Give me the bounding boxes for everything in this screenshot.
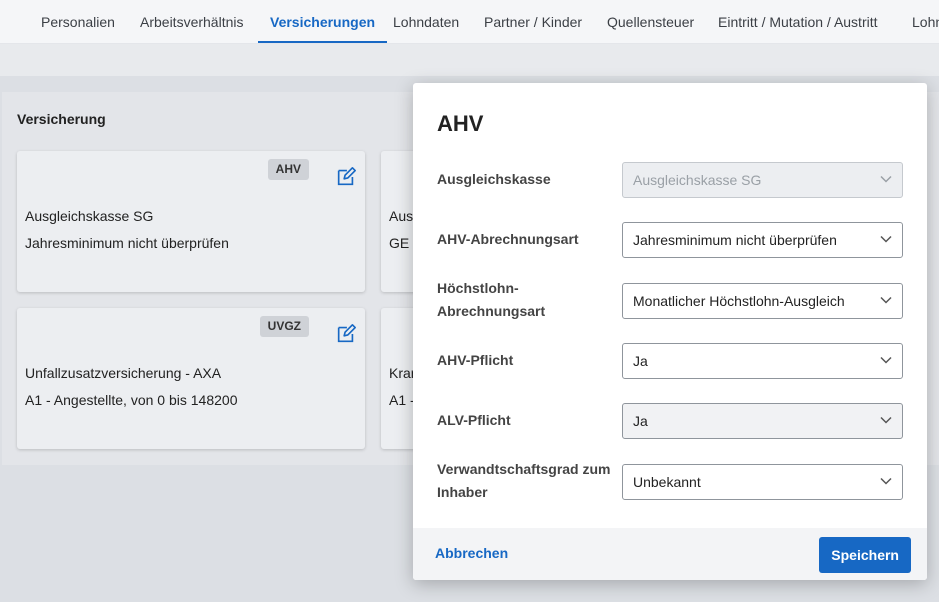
tab-arbeitsverhaeltnis[interactable]: Arbeitsverhältnis — [140, 0, 244, 43]
sub-toolbar — [0, 44, 939, 76]
field-label-alv-pflicht: ALV-Pflicht — [437, 412, 511, 428]
chevron-down-icon — [880, 416, 892, 424]
hoechstlohn-abrechnungsart-select[interactable]: Monatlicher Höchstlohn-Ausgleich — [622, 283, 903, 319]
card-type-badge: UVGZ — [259, 316, 309, 337]
edit-icon[interactable] — [335, 166, 357, 188]
select-value: Jahresminimum nicht überprüfen — [633, 232, 837, 248]
select-value: Ausgleichskasse SG — [633, 172, 762, 188]
chevron-down-icon — [880, 356, 892, 364]
verwandtschaftsgrad-select[interactable]: Unbekannt — [622, 464, 903, 500]
tab-eintritt-mutation-austritt[interactable]: Eintritt / Mutation / Austritt — [718, 0, 878, 43]
label-line-1: Verwandtschaftsgrad zum — [437, 461, 611, 477]
label-line-1: Höchstlohn- — [437, 280, 519, 296]
field-label-ausgleichskasse: Ausgleichskasse — [437, 171, 551, 187]
chevron-down-icon — [880, 235, 892, 243]
chevron-down-icon — [880, 175, 892, 183]
chevron-down-icon — [880, 477, 892, 485]
card-type-badge: AHV — [267, 159, 309, 180]
field-label-ahv-abrechnungsart: AHV-Abrechnungsart — [437, 231, 579, 247]
card-line-2: GE — [389, 235, 410, 251]
select-value: Monatlicher Höchstlohn-Ausgleich — [633, 293, 845, 309]
tab-personalien[interactable]: Personalien — [41, 0, 115, 43]
save-button[interactable]: Speichern — [819, 537, 911, 573]
select-value: Ja — [633, 413, 648, 429]
panel-title: Versicherung — [17, 111, 106, 127]
label-line-2: Inhaber — [437, 484, 488, 500]
label-line-2: Abrechnungsart — [437, 303, 546, 319]
card-line-2: A1 - Angestellte, von 0 bis 148200 — [25, 392, 238, 408]
dialog-title: AHV — [437, 111, 484, 136]
tab-lohn[interactable]: Lohn — [912, 0, 939, 43]
ausgleichskasse-select: Ausgleichskasse SG — [622, 162, 903, 198]
ahv-pflicht-select[interactable]: Ja — [622, 343, 903, 379]
card-line-1: Unfallzusatzversicherung - AXA — [25, 365, 222, 381]
tab-versicherungen[interactable]: Versicherungen — [258, 0, 388, 43]
card-line-2: Jahresminimum nicht überprüfen — [25, 235, 229, 251]
field-label-hoechstlohn-abrechnungsart: Höchstlohn- Abrechnungsart — [437, 277, 617, 323]
field-label-ahv-pflicht: AHV-Pflicht — [437, 352, 514, 368]
chevron-down-icon — [880, 296, 892, 304]
card-line-1: Ausgleichskasse SG — [25, 208, 154, 224]
field-label-verwandtschaftsgrad: Verwandtschaftsgrad zum Inhaber — [437, 458, 617, 504]
card-line-2: A1 - — [389, 392, 415, 408]
insurance-card-uvgz[interactable]: UVGZ Unfallzusatzversicherung - AXA A1 -… — [17, 308, 365, 449]
select-value: Unbekannt — [633, 474, 701, 490]
card-line-1: Aus — [389, 208, 414, 224]
tab-bar: Personalien Arbeitsverhältnis Versicheru… — [0, 0, 939, 44]
alv-pflicht-select[interactable]: Ja — [622, 403, 903, 439]
tab-partner-kinder[interactable]: Partner / Kinder — [484, 0, 582, 43]
ahv-abrechnungsart-select[interactable]: Jahresminimum nicht überprüfen — [622, 222, 903, 258]
edit-icon[interactable] — [335, 323, 357, 345]
cancel-button[interactable]: Abbrechen — [435, 545, 508, 561]
insurance-card-ahv[interactable]: AHV Ausgleichskasse SG Jahresminimum nic… — [17, 151, 365, 292]
dialog-footer: Abbrechen Speichern — [413, 528, 927, 580]
tab-lohndaten[interactable]: Lohndaten — [393, 0, 459, 43]
select-value: Ja — [633, 353, 648, 369]
tab-quellensteuer[interactable]: Quellensteuer — [607, 0, 694, 43]
ahv-dialog: AHV Ausgleichskasse Ausgleichskasse SG A… — [413, 83, 927, 580]
